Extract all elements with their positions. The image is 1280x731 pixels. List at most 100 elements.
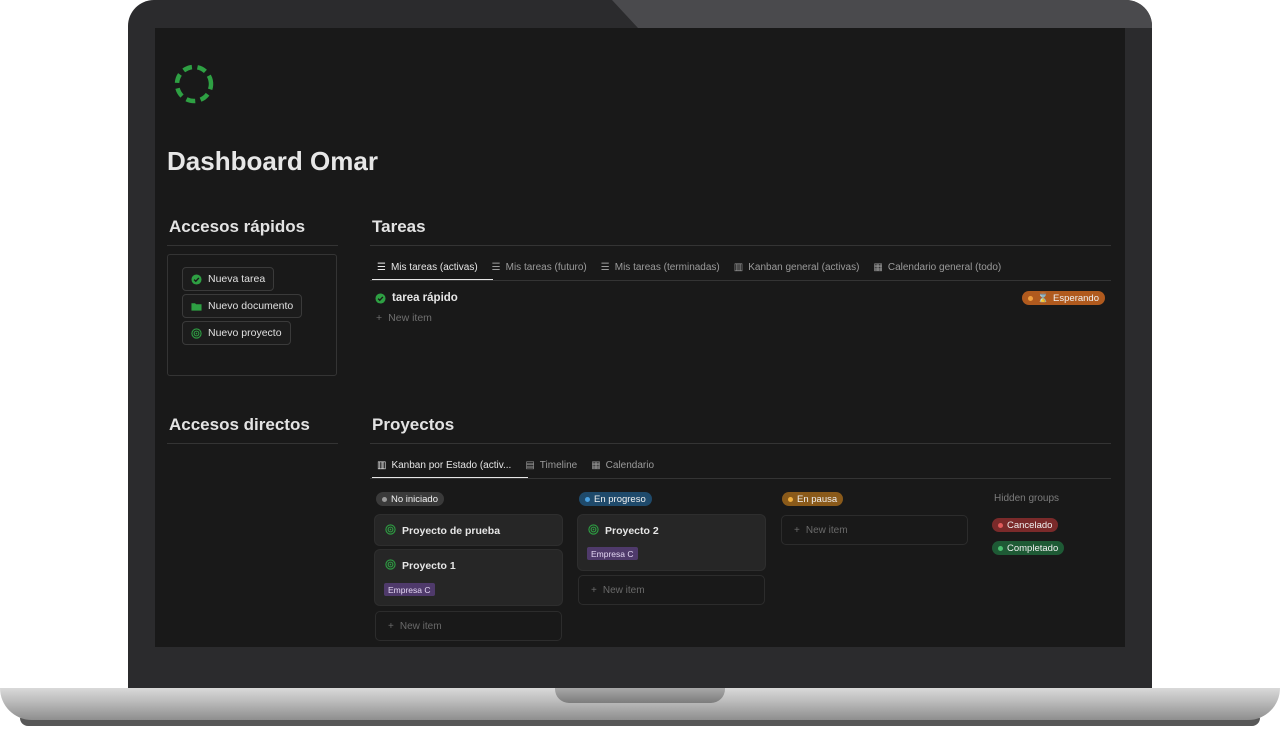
card-title-text: Proyecto 2 (605, 525, 659, 537)
target-icon (385, 524, 396, 538)
projects-tabs-divider (370, 478, 1111, 479)
status-label: En progreso (594, 493, 646, 505)
new-task-label: Nueva tarea (208, 273, 266, 285)
check-circle-icon (191, 273, 202, 285)
folder-icon (191, 301, 202, 312)
new-project-label: Nuevo proyecto (208, 327, 282, 339)
tab-label: Kanban por Estado (activ... (391, 459, 512, 471)
status-dot (585, 496, 590, 502)
tab-label: Calendario general (todo) (887, 261, 1002, 273)
status-label: Cancelado (1007, 519, 1053, 531)
board-icon: ▥ (377, 459, 387, 471)
tab-label: Mis tareas (terminadas) (614, 261, 720, 273)
tab-calendar-general[interactable]: ▦ Calendario general (todo) (866, 256, 1008, 278)
tab-my-tasks-active[interactable]: ☰ Mis tareas (activas) (370, 256, 485, 278)
board-icon: ▥ (733, 261, 744, 273)
tab-kanban-by-status[interactable]: ▥ Kanban por Estado (activ... (370, 454, 518, 476)
status-dot (1028, 295, 1034, 301)
card-title: Proyecto 2 (588, 524, 659, 538)
plus-icon: + (388, 620, 394, 632)
projects-tabs: ▥ Kanban por Estado (activ... ▤ Timeline… (370, 454, 661, 476)
hidden-group-cancelled[interactable]: Cancelado (992, 518, 1059, 532)
status-dot (998, 545, 1003, 551)
tasks-tabs-divider (370, 280, 1111, 281)
column-3-new-item-button[interactable]: + New item (781, 515, 968, 545)
project-card-proyecto-1[interactable]: Proyecto 1 Empresa C (375, 550, 562, 605)
company-tag: Empresa C (384, 583, 435, 596)
list-icon: ☰ (491, 261, 501, 273)
tab-label: Mis tareas (futuro) (505, 261, 587, 273)
projects-divider (370, 443, 1111, 444)
plus-icon: + (591, 584, 597, 596)
tasks-title: Tareas (372, 217, 426, 236)
plus-icon: + (794, 524, 800, 536)
timeline-icon: ▤ (525, 459, 535, 471)
page-title: Dashboard Omar (167, 146, 378, 176)
tab-calendar[interactable]: ▦ Calendario (584, 454, 661, 476)
direct-access-divider (167, 443, 338, 444)
status-badge-not-started: No iniciado (376, 492, 444, 506)
check-circle-icon (375, 292, 386, 304)
new-item-label: New item (602, 584, 645, 596)
tab-timeline[interactable]: ▤ Timeline (518, 454, 584, 476)
direct-access-title: Accesos directos (169, 415, 310, 434)
quick-access-divider (167, 245, 338, 246)
laptop-notch (555, 688, 725, 703)
target-icon (385, 559, 396, 573)
status-dot (788, 496, 793, 502)
tasks-new-item-button[interactable]: + New item (376, 312, 432, 324)
tasks-tabs: ☰ Mis tareas (activas) ☰ Mis tareas (fut… (370, 256, 1008, 278)
tab-label: Kanban general (activas) (748, 261, 860, 273)
status-label: Completado (1007, 542, 1059, 554)
column-2-new-item-button[interactable]: + New item (578, 575, 765, 605)
card-title: Proyecto de prueba (385, 524, 500, 538)
card-title-text: Proyecto de prueba (402, 525, 501, 537)
status-label: No iniciado (391, 493, 438, 505)
new-project-button[interactable]: Nuevo proyecto (182, 321, 291, 345)
status-label: Esperando (1053, 292, 1099, 304)
hourglass-icon: ⌛ (1037, 292, 1050, 304)
status-dot (382, 496, 387, 502)
status-badge-in-progress: En progreso (579, 492, 652, 506)
new-item-label: New item (388, 312, 432, 324)
tab-label: Mis tareas (activas) (390, 261, 478, 273)
tab-my-tasks-done[interactable]: ☰ Mis tareas (terminadas) (594, 256, 727, 278)
app-screen: Dashboard Omar Accesos rápidos Nueva tar… (155, 28, 1125, 647)
projects-title: Proyectos (372, 415, 455, 434)
calendar-icon: ▦ (873, 261, 883, 273)
status-label: En pausa (797, 493, 838, 505)
new-task-button[interactable]: Nueva tarea (182, 267, 275, 291)
plus-icon: + (376, 312, 383, 324)
new-item-label: New item (399, 620, 442, 632)
lid-glare (612, 0, 1152, 28)
quick-access-panel: Nueva tarea Nuevo documento Nuevo proyec… (167, 254, 337, 376)
project-card-proyecto-2[interactable]: Proyecto 2 Empresa C (578, 515, 765, 570)
quick-access-title: Accesos rápidos (169, 217, 306, 236)
target-icon (588, 524, 599, 538)
tab-my-tasks-future[interactable]: ☰ Mis tareas (futuro) (485, 256, 594, 278)
hidden-groups-label: Hidden groups (994, 493, 1060, 504)
task-title: tarea rápido (392, 292, 458, 304)
calendar-icon: ▦ (591, 459, 601, 471)
new-document-label: Nuevo documento (208, 300, 294, 312)
dashed-circle-logo-icon (174, 64, 214, 104)
status-badge-paused: En pausa (782, 492, 844, 506)
status-dot (998, 522, 1003, 528)
card-title: Proyecto 1 (385, 559, 456, 573)
status-badge: ⌛ Esperando (1022, 291, 1105, 305)
card-title-text: Proyecto 1 (402, 560, 456, 572)
new-item-label: New item (805, 524, 848, 536)
project-card-proyecto-de-prueba[interactable]: Proyecto de prueba (375, 515, 562, 545)
tab-kanban-general[interactable]: ▥ Kanban general (activas) (727, 256, 867, 278)
new-document-button[interactable]: Nuevo documento (182, 294, 303, 318)
tab-label: Timeline (539, 459, 578, 471)
list-icon: ☰ (600, 261, 610, 273)
target-icon (191, 327, 202, 339)
column-1-new-item-button[interactable]: + New item (375, 611, 562, 641)
list-icon: ☰ (377, 261, 386, 273)
tab-label: Calendario (605, 459, 655, 471)
tasks-divider (370, 245, 1111, 246)
task-row[interactable]: tarea rápido ⌛ Esperando (375, 288, 1107, 308)
company-tag: Empresa C (587, 547, 638, 560)
hidden-group-completed[interactable]: Completado (992, 541, 1065, 555)
